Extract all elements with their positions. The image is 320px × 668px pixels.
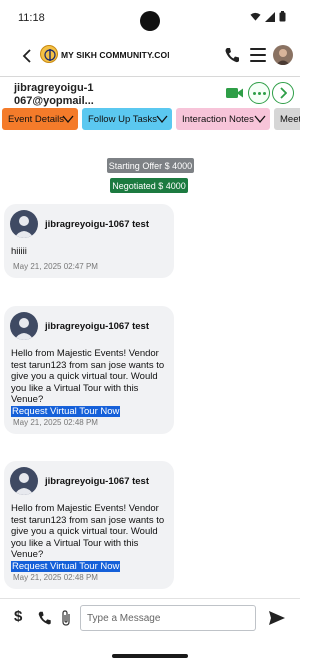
- message-body-text: Hello from Majestic Events! Vendor test …: [11, 348, 165, 405]
- video-camera-icon: [226, 88, 243, 98]
- sender-avatar: [10, 467, 38, 495]
- phone-icon: [225, 48, 239, 63]
- message-text: Hello from Majestic Events! Vendor test …: [11, 348, 171, 417]
- sender-avatar: [10, 210, 38, 238]
- dot-icon: [257, 91, 261, 95]
- message-bubble: jibragreyoigu-1067 test Hello from Majes…: [4, 306, 174, 434]
- attach-button[interactable]: [60, 609, 72, 627]
- app-title[interactable]: MY SIKH COMMUNITY.COM: [61, 50, 169, 60]
- khanda-icon: [44, 49, 56, 61]
- sender-name: jibragreyoigu-1067 test: [45, 321, 150, 332]
- tab-interaction-notes[interactable]: Interaction Notes: [176, 108, 270, 130]
- system-nav-bar: [0, 640, 300, 668]
- tab-label: Meet: [280, 113, 300, 125]
- hamburger-icon-line: [250, 48, 266, 50]
- message-text: hiiiii: [11, 246, 171, 258]
- chevron-down-icon: [156, 115, 168, 124]
- menu-button[interactable]: [250, 48, 266, 62]
- video-call-button[interactable]: [226, 86, 244, 100]
- message-timestamp: May 21, 2025 02:48 PM: [13, 573, 98, 582]
- tab-label: Interaction Notes: [182, 113, 254, 125]
- message-body-text: Hello from Majestic Events! Vendor test …: [11, 503, 165, 560]
- hamburger-icon-line: [250, 54, 266, 56]
- hamburger-icon-line: [250, 60, 266, 62]
- tab-meet[interactable]: Meet: [274, 108, 300, 130]
- sender-name: jibragreyoigu-1067 test: [45, 219, 150, 230]
- tab-bar: Event Details Follow Up Tasks Interactio…: [0, 108, 300, 130]
- tab-event-details[interactable]: Event Details: [2, 108, 78, 130]
- paperclip-icon: [62, 610, 70, 626]
- tab-label: Follow Up Tasks: [88, 113, 157, 125]
- user-avatar[interactable]: [273, 45, 293, 65]
- message-timestamp: May 21, 2025 02:47 PM: [13, 262, 98, 271]
- tab-follow-up-tasks[interactable]: Follow Up Tasks: [82, 108, 172, 130]
- message-timestamp: May 21, 2025 02:48 PM: [13, 418, 98, 427]
- composer-call-button[interactable]: [37, 610, 52, 626]
- avatar-photo: [276, 49, 290, 65]
- wifi-icon: [250, 12, 261, 21]
- person-icon: [14, 318, 34, 340]
- back-button[interactable]: [18, 46, 36, 66]
- more-options-button[interactable]: [248, 82, 270, 104]
- dot-icon: [252, 91, 256, 95]
- message-text: Hello from Majestic Events! Vendor test …: [11, 503, 171, 572]
- person-icon: [14, 216, 34, 238]
- sender-name: jibragreyoigu-1067 test: [45, 476, 150, 487]
- send-icon: [269, 611, 285, 625]
- signal-icon: [265, 11, 275, 22]
- request-virtual-tour-link[interactable]: Request Virtual Tour Now: [11, 405, 121, 417]
- camera-cutout: [140, 11, 160, 31]
- dollar-offer-button[interactable]: $: [14, 608, 22, 625]
- starting-offer-badge: Starting Offer $ 4000: [107, 158, 194, 173]
- battery-icon: [279, 11, 286, 22]
- contact-name: jibragreyoigu-1067@yopmail...: [14, 82, 94, 107]
- message-body-text: hiiiii: [11, 246, 27, 257]
- message-bubble: jibragreyoigu-1067 test Hello from Majes…: [4, 461, 174, 589]
- status-icons: [250, 11, 286, 22]
- phone-icon: [38, 611, 51, 625]
- next-button[interactable]: [272, 82, 294, 104]
- app-header: MY SIKH COMMUNITY.COM: [0, 36, 300, 76]
- message-composer: $: [0, 599, 300, 639]
- negotiated-badge: Negotiated $ 4000: [110, 178, 188, 193]
- header-divider: [0, 76, 300, 77]
- status-bar: 11:18: [0, 0, 300, 36]
- person-icon: [14, 473, 34, 495]
- chevron-right-icon: [280, 87, 287, 99]
- chevron-down-icon: [254, 115, 266, 124]
- request-virtual-tour-link[interactable]: Request Virtual Tour Now: [11, 560, 121, 572]
- dot-icon: [262, 91, 266, 95]
- send-button[interactable]: [268, 609, 286, 627]
- message-bubble: jibragreyoigu-1067 test hiiiii May 21, 2…: [4, 204, 174, 278]
- chevron-down-icon: [62, 115, 74, 124]
- tab-label: Event Details: [8, 113, 64, 125]
- call-button[interactable]: [224, 46, 240, 64]
- community-logo[interactable]: [40, 45, 58, 63]
- chevron-left-icon: [22, 49, 31, 63]
- sender-avatar: [10, 312, 38, 340]
- message-input[interactable]: [80, 605, 256, 631]
- home-gesture-bar[interactable]: [112, 654, 188, 658]
- status-time: 11:18: [18, 12, 45, 24]
